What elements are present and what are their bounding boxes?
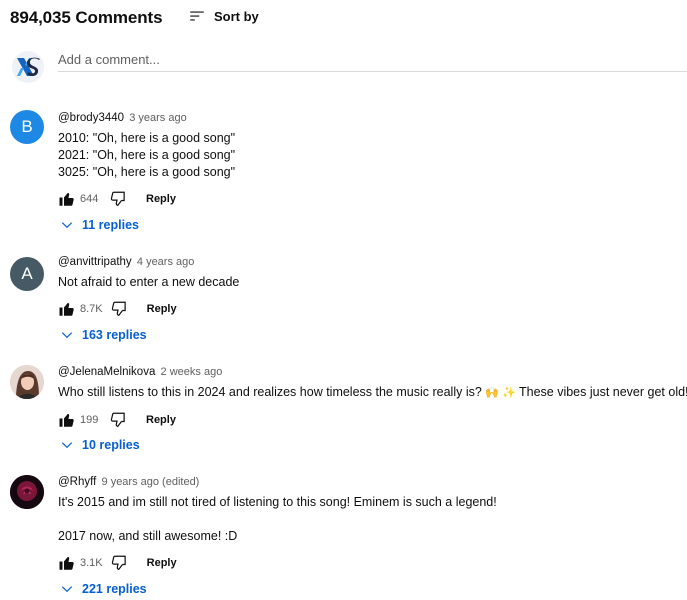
comment-thread: B @brody3440 3 years ago 2010: "Oh, here… bbox=[10, 110, 687, 238]
replies-count: 163 replies bbox=[82, 328, 147, 342]
comment-actions: 199 Reply bbox=[58, 410, 687, 430]
chevron-down-icon bbox=[61, 332, 73, 339]
comment-body: @anvittripathy 4 years ago Not afraid to… bbox=[58, 254, 687, 319]
replies-count: 11 replies bbox=[82, 218, 139, 232]
reply-button[interactable]: Reply bbox=[146, 414, 176, 426]
avatar[interactable]: B bbox=[10, 110, 44, 144]
comment-body: @brody3440 3 years ago 2010: "Oh, here i… bbox=[58, 110, 687, 209]
comment-actions: 3.1K Reply bbox=[58, 553, 687, 573]
comment-meta: @anvittripathy 4 years ago bbox=[58, 254, 687, 270]
comment-time[interactable]: 9 years ago (edited) bbox=[102, 476, 200, 488]
comment-meta: @JelenaMelnikova 2 weeks ago bbox=[58, 364, 687, 380]
comment-author[interactable]: @anvittripathy bbox=[58, 256, 132, 268]
like-count: 644 bbox=[80, 193, 99, 205]
comment-time[interactable]: 4 years ago bbox=[137, 256, 194, 268]
dislike-button[interactable] bbox=[108, 190, 126, 208]
avatar[interactable] bbox=[10, 365, 44, 399]
avatar[interactable]: A bbox=[10, 257, 44, 291]
view-replies-button[interactable]: 10 replies bbox=[60, 438, 140, 452]
comment-author[interactable]: @JelenaMelnikova bbox=[58, 366, 155, 378]
chevron-down-icon bbox=[61, 586, 73, 593]
thumbs-up-icon bbox=[59, 414, 74, 427]
comment-time[interactable]: 2 weeks ago bbox=[161, 366, 223, 378]
replies-count: 221 replies bbox=[82, 582, 147, 596]
thumbs-down-icon bbox=[110, 412, 125, 428]
xs-logo-avatar-icon bbox=[12, 51, 44, 83]
view-replies-button[interactable]: 11 replies bbox=[60, 218, 139, 232]
portrait-photo-icon bbox=[10, 365, 44, 399]
chevron-down-icon bbox=[61, 442, 73, 449]
thumbs-up-icon bbox=[59, 303, 74, 316]
comment-text: 2010: "Oh, here is a good song" 2021: "O… bbox=[58, 131, 236, 179]
sort-icon bbox=[190, 11, 204, 21]
comment-text: Who still listens to this in 2024 and re… bbox=[58, 384, 687, 402]
comment-thread: @JelenaMelnikova 2 weeks ago Who still l… bbox=[10, 364, 687, 458]
like-count: 199 bbox=[80, 414, 99, 426]
thumbs-up-icon bbox=[59, 193, 74, 206]
dislike-button[interactable] bbox=[109, 300, 127, 318]
thumbs-down-icon bbox=[110, 191, 125, 207]
thumbs-down-icon bbox=[111, 555, 126, 571]
comments-header: 894,035 Comments bbox=[10, 6, 163, 30]
comment-text-tail: These vibes just never get old! bbox=[518, 385, 687, 399]
view-replies-button[interactable]: 163 replies bbox=[60, 328, 147, 342]
chevron-down-icon bbox=[61, 222, 73, 229]
comment-time[interactable]: 3 years ago bbox=[129, 112, 186, 124]
comment-count: 894,035 Comments bbox=[10, 8, 163, 27]
like-button[interactable] bbox=[58, 300, 76, 318]
comment-text: It's 2015 and im still not tired of list… bbox=[58, 495, 497, 543]
like-button[interactable] bbox=[58, 554, 76, 572]
thumbs-down-icon bbox=[111, 301, 126, 317]
avatar-letter: B bbox=[21, 117, 33, 136]
comment-body: @Rhyff 9 years ago (edited) It's 2015 an… bbox=[58, 474, 687, 573]
reply-button[interactable]: Reply bbox=[147, 303, 177, 315]
comment-author[interactable]: @Rhyff bbox=[58, 476, 96, 488]
comment-meta: @brody3440 3 years ago bbox=[58, 110, 687, 126]
comment-body: @JelenaMelnikova 2 weeks ago Who still l… bbox=[58, 364, 687, 430]
comment-actions: 8.7K Reply bbox=[58, 299, 687, 319]
comment-thread: A @anvittripathy 4 years ago Not afraid … bbox=[10, 254, 687, 348]
sort-by-label: Sort by bbox=[214, 8, 259, 24]
like-button[interactable] bbox=[58, 190, 76, 208]
like-count: 3.1K bbox=[80, 557, 103, 569]
reply-button[interactable]: Reply bbox=[146, 193, 176, 205]
comment-text: Not afraid to enter a new decade bbox=[58, 275, 240, 289]
like-button[interactable] bbox=[58, 411, 76, 429]
raised-hands-sparkles-emoji: 🙌 ✨ bbox=[485, 387, 516, 399]
sort-by-button[interactable]: Sort by bbox=[188, 7, 259, 25]
rose-photo-icon bbox=[10, 475, 44, 509]
comment-text-main: Who still listens to this in 2024 and re… bbox=[58, 385, 482, 399]
avatar-letter: A bbox=[21, 264, 33, 283]
dislike-button[interactable] bbox=[109, 554, 127, 572]
comment-meta: @Rhyff 9 years ago (edited) bbox=[58, 474, 687, 490]
comment-actions: 644 Reply bbox=[58, 189, 687, 209]
add-comment-input[interactable] bbox=[58, 48, 687, 72]
thumbs-up-icon bbox=[59, 557, 74, 570]
user-avatar[interactable] bbox=[12, 51, 44, 83]
replies-count: 10 replies bbox=[82, 438, 140, 452]
comment-author[interactable]: @brody3440 bbox=[58, 112, 124, 124]
avatar[interactable] bbox=[10, 475, 44, 509]
view-replies-button[interactable]: 221 replies bbox=[60, 582, 147, 596]
reply-button[interactable]: Reply bbox=[147, 557, 177, 569]
dislike-button[interactable] bbox=[108, 411, 126, 429]
like-count: 8.7K bbox=[80, 303, 103, 315]
add-comment-row bbox=[10, 48, 687, 84]
comment-thread: @Rhyff 9 years ago (edited) It's 2015 an… bbox=[10, 474, 687, 600]
